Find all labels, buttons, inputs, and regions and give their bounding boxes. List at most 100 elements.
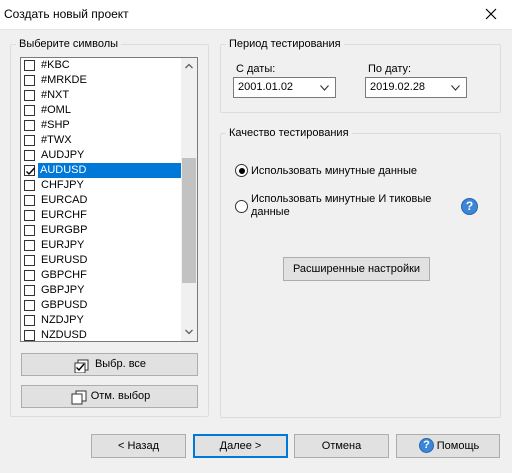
symbol-checkbox[interactable] (24, 210, 35, 221)
radio-minute-tick-data[interactable] (235, 200, 248, 213)
symbol-checkbox[interactable] (24, 285, 35, 296)
help-label: Помощь (436, 440, 480, 452)
symbol-checkbox[interactable] (24, 270, 35, 281)
symbols-list[interactable]: #KBC #MRKDE #NXT #OML #SHP #TWX AUDJPY AUDUSD CH… (20, 57, 198, 342)
to-date-label: По дату: (368, 63, 412, 75)
help-icon[interactable]: ? (461, 198, 478, 215)
list-item[interactable]: #NXT (21, 88, 183, 103)
list-item[interactable]: EURCHF (21, 208, 183, 223)
symbol-label: EURUSD (41, 254, 88, 266)
list-item[interactable]: #MRKDE (21, 73, 183, 88)
to-date-select[interactable]: 2019.02.28 (365, 77, 467, 98)
symbol-label: EURGBP (41, 224, 88, 236)
symbol-checkbox[interactable] (24, 300, 35, 311)
list-item[interactable]: NZDJPY (21, 313, 183, 328)
radio-minute-tick-data-label-line1[interactable]: Использовать минутные И тиковые (251, 193, 431, 205)
list-item[interactable]: NZDUSD (21, 328, 183, 341)
list-item[interactable]: CHFJPY (21, 178, 183, 193)
next-button[interactable]: Далее > (193, 434, 288, 458)
title-bar: Создать новый проект (0, 0, 512, 30)
radio-minute-data-label[interactable]: Использовать минутные данные (251, 165, 417, 177)
list-item[interactable]: #SHP (21, 118, 183, 133)
deselect-button[interactable]: Отм. выбор (21, 385, 198, 408)
scroll-down-button[interactable] (181, 324, 197, 341)
symbol-checkbox[interactable] (24, 120, 35, 131)
list-item[interactable]: GBPUSD (21, 298, 183, 313)
symbol-label: #KBC (41, 59, 70, 71)
symbol-label: NZDJPY (41, 314, 84, 326)
symbol-checkbox[interactable] (24, 315, 35, 326)
symbol-label: NZDUSD (41, 329, 87, 341)
checkmark-icon (26, 167, 36, 176)
symbol-checkbox[interactable] (24, 180, 35, 191)
symbol-label: EURCAD (41, 194, 88, 206)
symbol-checkbox[interactable] (24, 330, 35, 341)
symbol-checkbox[interactable] (24, 255, 35, 266)
list-item[interactable]: EURJPY (21, 238, 183, 253)
radio-minute-data[interactable] (235, 164, 248, 177)
close-button[interactable] (472, 0, 512, 29)
symbols-scrollbar[interactable] (181, 58, 197, 341)
to-date-value: 2019.02.28 (370, 81, 426, 93)
advanced-settings-label: Расширенные настройки (292, 263, 421, 275)
symbol-checkbox[interactable] (24, 150, 35, 161)
list-item[interactable]: #OML (21, 103, 183, 118)
next-label: Далее > (219, 440, 262, 452)
list-item[interactable]: EURUSD (21, 253, 183, 268)
list-item[interactable]: EURGBP (21, 223, 183, 238)
help-icon: ? (419, 438, 434, 453)
list-item[interactable]: #TWX (21, 133, 183, 148)
chevron-down-icon (185, 329, 193, 335)
symbol-checkbox[interactable] (24, 75, 35, 86)
list-item[interactable]: AUDJPY (21, 148, 183, 163)
from-date-value: 2001.01.02 (238, 81, 294, 93)
symbols-list-rows: #KBC #MRKDE #NXT #OML #SHP #TWX AUDJPY AUDUSD CH… (21, 58, 183, 341)
period-group: Период тестирования (220, 38, 501, 113)
deselect-label: Отм. выбор (90, 390, 151, 402)
back-label: < Назад (118, 440, 159, 452)
symbol-checkbox[interactable] (24, 195, 35, 206)
cancel-button[interactable]: Отмена (294, 434, 389, 458)
symbol-checkbox[interactable] (24, 135, 35, 146)
symbol-label: GBPJPY (41, 284, 85, 296)
symbol-label: GBPCHF (41, 269, 87, 281)
scroll-thumb[interactable] (182, 158, 196, 283)
symbol-label: GBPUSD (41, 299, 88, 311)
list-item[interactable]: GBPCHF (21, 268, 183, 283)
symbol-label: #NXT (41, 89, 70, 101)
symbol-label: #MRKDE (41, 74, 87, 86)
list-item[interactable]: #KBC (21, 58, 183, 73)
list-item[interactable]: EURCAD (21, 193, 183, 208)
chevron-down-icon (451, 85, 460, 91)
list-item[interactable]: AUDUSD (21, 163, 183, 178)
symbol-label: EURJPY (41, 239, 85, 251)
symbol-checkbox[interactable] (24, 60, 35, 71)
symbol-label: EURCHF (41, 209, 87, 221)
select-all-button[interactable]: Выбр. все (21, 353, 198, 376)
chevron-down-icon (320, 85, 329, 91)
symbol-label: AUDUSD (38, 163, 183, 178)
symbol-checkbox[interactable] (24, 225, 35, 236)
symbol-label: CHFJPY (41, 179, 84, 191)
symbol-label: #OML (41, 104, 71, 116)
advanced-settings-button[interactable]: Расширенные настройки (283, 257, 430, 281)
chevron-up-icon (185, 63, 193, 69)
back-button[interactable]: < Назад (91, 434, 186, 458)
from-date-label: С даты: (236, 63, 276, 75)
from-date-select[interactable]: 2001.01.02 (233, 77, 336, 98)
symbol-checkbox[interactable] (24, 165, 36, 176)
cancel-label: Отмена (321, 440, 362, 452)
window-title: Создать новый проект (4, 7, 129, 21)
scroll-up-button[interactable] (181, 58, 197, 75)
symbol-checkbox[interactable] (24, 90, 35, 101)
select-all-label: Выбр. все (94, 358, 147, 370)
close-icon (485, 8, 497, 20)
symbols-group-legend: Выберите символы (19, 38, 119, 50)
quality-group-legend: Качество тестирования (229, 127, 349, 139)
symbol-checkbox[interactable] (24, 105, 35, 116)
radio-minute-tick-data-label-line2[interactable]: данные (251, 206, 290, 218)
symbol-checkbox[interactable] (24, 240, 35, 251)
list-item[interactable]: GBPJPY (21, 283, 183, 298)
help-button[interactable]: ? Помощь (396, 434, 500, 458)
symbol-label: AUDJPY (41, 149, 85, 161)
